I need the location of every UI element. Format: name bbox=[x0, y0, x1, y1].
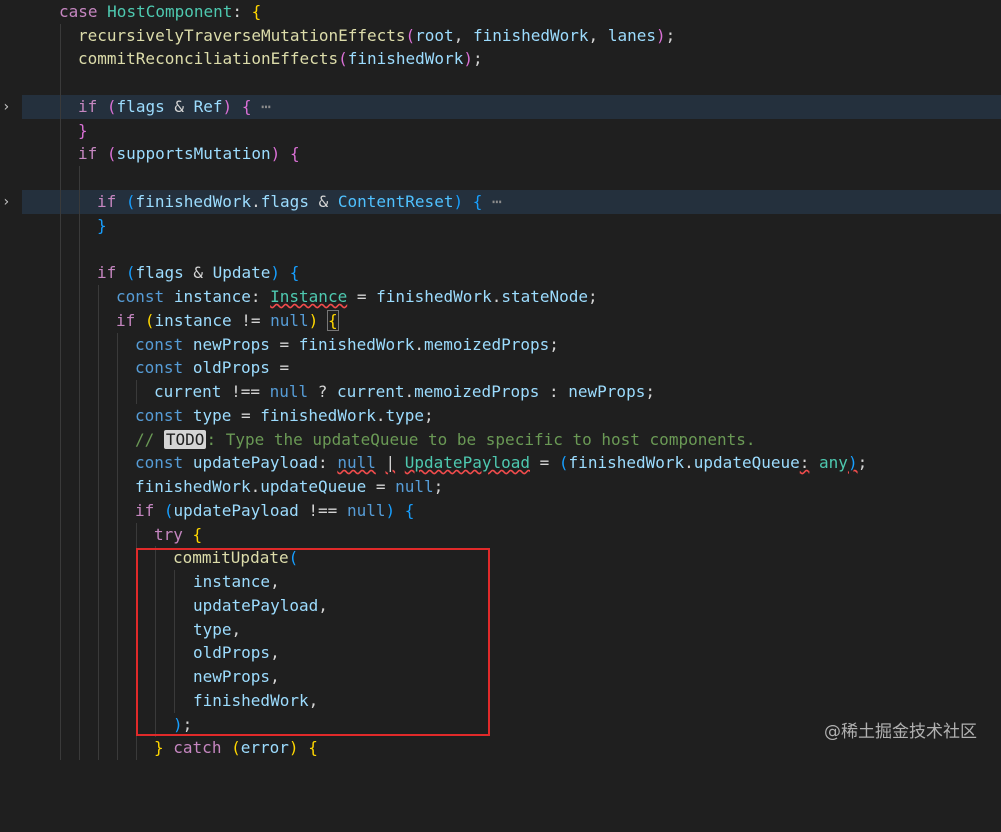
todo-highlight: TODO bbox=[163, 430, 207, 449]
fold-gutter: › › bbox=[0, 0, 22, 764]
chevron-right-icon[interactable]: › bbox=[2, 100, 14, 114]
code-line[interactable]: const updatePayload: null | UpdatePayloa… bbox=[22, 451, 1001, 475]
code-line[interactable]: case HostComponent: { bbox=[22, 0, 1001, 24]
folded-ellipsis-icon[interactable]: ⋯ bbox=[492, 192, 502, 211]
code-line[interactable]: recursivelyTraverseMutationEffects(root,… bbox=[22, 24, 1001, 48]
code-line-folded[interactable]: if (finishedWork.flags & ContentReset) {… bbox=[22, 190, 1001, 214]
code-line[interactable]: const oldProps = bbox=[22, 356, 1001, 380]
chevron-right-icon[interactable]: › bbox=[2, 195, 14, 209]
code-line[interactable]: if (instance != null) { bbox=[22, 309, 1001, 333]
highlight-box bbox=[136, 548, 490, 736]
code-line[interactable]: if (flags & Update) { bbox=[22, 261, 1001, 285]
code-line[interactable]: if (supportsMutation) { bbox=[22, 142, 1001, 166]
code-line[interactable] bbox=[22, 166, 1001, 190]
code-line[interactable] bbox=[22, 238, 1001, 262]
code-line[interactable]: } bbox=[22, 214, 1001, 238]
code-line-folded[interactable]: if (flags & Ref) { ⋯ bbox=[22, 95, 1001, 119]
code-editor[interactable]: › › case HostComponent: { recursivelyTra… bbox=[0, 0, 1001, 764]
code-line[interactable]: if (updatePayload !== null) { bbox=[22, 499, 1001, 523]
code-line[interactable]: } bbox=[22, 119, 1001, 143]
code-line[interactable]: finishedWork.updateQueue = null; bbox=[22, 475, 1001, 499]
code-line[interactable]: const type = finishedWork.type; bbox=[22, 404, 1001, 428]
code-line[interactable]: const instance: Instance = finishedWork.… bbox=[22, 285, 1001, 309]
watermark: @稀土掘金技术社区 bbox=[824, 722, 977, 742]
code-line[interactable]: current !== null ? current.memoizedProps… bbox=[22, 380, 1001, 404]
folded-ellipsis-icon[interactable]: ⋯ bbox=[261, 97, 271, 116]
code-line[interactable]: commitReconciliationEffects(finishedWork… bbox=[22, 47, 1001, 71]
code-line-comment[interactable]: // TODO: Type the updateQueue to be spec… bbox=[22, 428, 1001, 452]
code-line[interactable]: try { bbox=[22, 523, 1001, 547]
code-line[interactable]: const newProps = finishedWork.memoizedPr… bbox=[22, 333, 1001, 357]
code-line[interactable] bbox=[22, 71, 1001, 95]
